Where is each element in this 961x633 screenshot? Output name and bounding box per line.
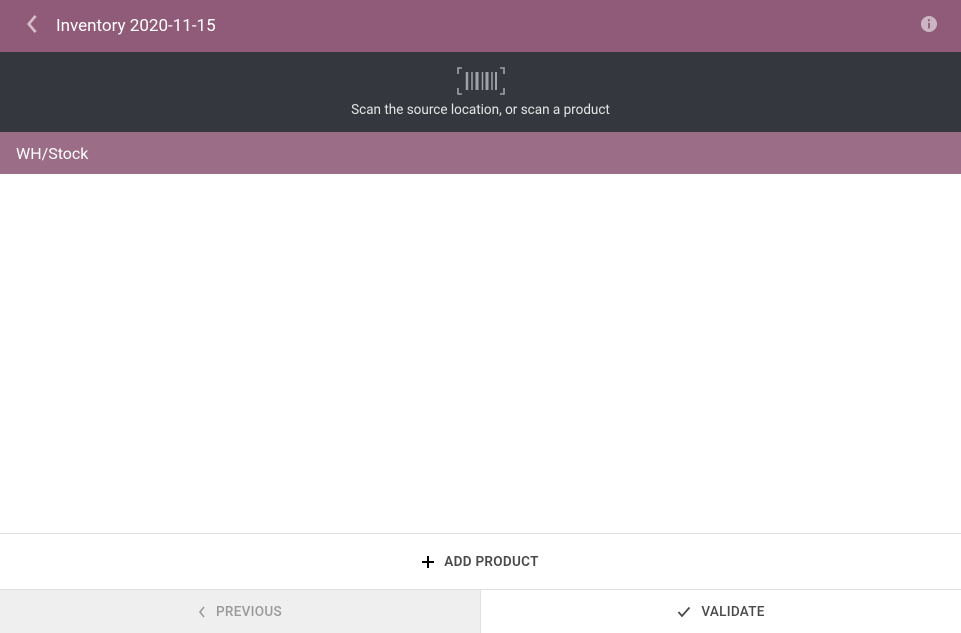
scan-instruction: Scan the source location, or scan a prod… [351, 102, 610, 118]
validate-label: VALIDATE [701, 604, 764, 620]
barcode-icon [456, 66, 506, 96]
previous-label: PREVIOUS [216, 604, 282, 620]
add-product-label: ADD PRODUCT [444, 554, 538, 570]
info-button[interactable] [913, 0, 945, 52]
bottom-actions: PREVIOUS VALIDATE [0, 589, 961, 633]
content-area [0, 174, 961, 533]
validate-button[interactable]: VALIDATE [481, 590, 961, 633]
page-title: Inventory 2020-11-15 [56, 16, 913, 36]
plus-icon [422, 556, 434, 568]
back-button[interactable] [16, 0, 48, 52]
chevron-left-icon [198, 606, 206, 618]
location-name: WH/Stock [16, 144, 88, 163]
chevron-left-icon [26, 14, 39, 38]
scan-banner: Scan the source location, or scan a prod… [0, 52, 961, 132]
location-bar[interactable]: WH/Stock [0, 132, 961, 174]
add-product-button[interactable]: ADD PRODUCT [0, 533, 961, 589]
previous-button[interactable]: PREVIOUS [0, 590, 481, 633]
top-header: Inventory 2020-11-15 [0, 0, 961, 52]
check-icon [677, 606, 691, 618]
info-icon [921, 16, 937, 36]
